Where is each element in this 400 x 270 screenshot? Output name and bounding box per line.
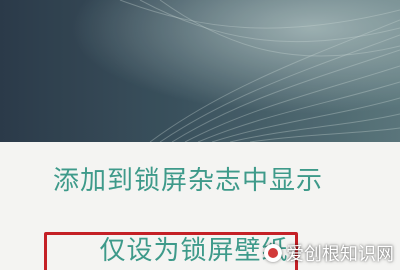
wallpaper-image — [0, 0, 400, 142]
wallpaper-preview — [0, 0, 400, 142]
watermark: 爱创根知识网 — [264, 240, 394, 266]
watermark-logo-icon — [264, 244, 282, 262]
menu-item-add-to-lockscreen-magazine[interactable]: 添加到锁屏杂志中显示 — [0, 164, 388, 198]
watermark-text: 爱创根知识网 — [286, 244, 394, 265]
